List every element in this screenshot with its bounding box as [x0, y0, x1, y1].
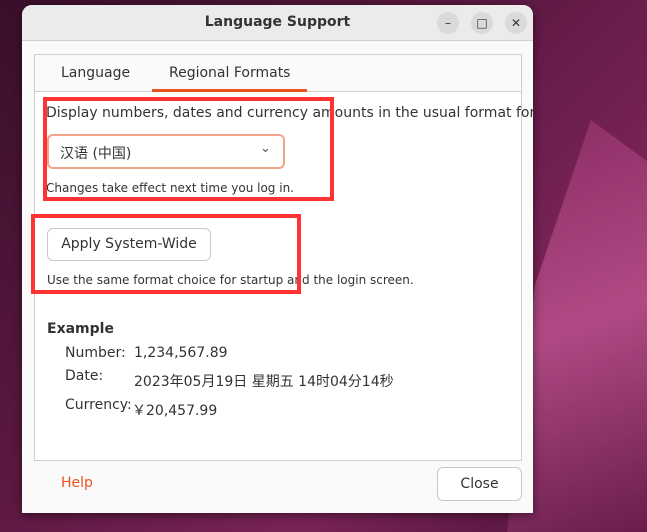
tab-bar: Language Regional Formats	[35, 55, 521, 92]
tab-language[interactable]: Language	[61, 65, 130, 81]
example-heading: Example	[47, 321, 114, 337]
currency-value: ￥20,457.99	[132, 403, 218, 419]
close-button[interactable]: Close	[437, 467, 522, 501]
annotation-box-apply	[31, 214, 301, 294]
currency-label: Currency:	[65, 397, 132, 413]
tab-regional-formats[interactable]: Regional Formats	[151, 65, 309, 92]
minimize-icon[interactable]: –	[437, 12, 459, 34]
annotation-box-format	[43, 97, 334, 201]
close-window-icon[interactable]: ✕	[505, 12, 527, 34]
help-link[interactable]: Help	[61, 475, 93, 491]
maximize-icon[interactable]: □	[471, 12, 493, 34]
date-value: 2023年05月19日 星期五 14时04分14秒	[134, 374, 394, 390]
date-label: Date:	[65, 368, 104, 384]
number-value: 1,234,567.89	[134, 345, 228, 361]
number-label: Number:	[65, 345, 126, 361]
title-bar: Language Support – □ ✕	[22, 5, 533, 41]
